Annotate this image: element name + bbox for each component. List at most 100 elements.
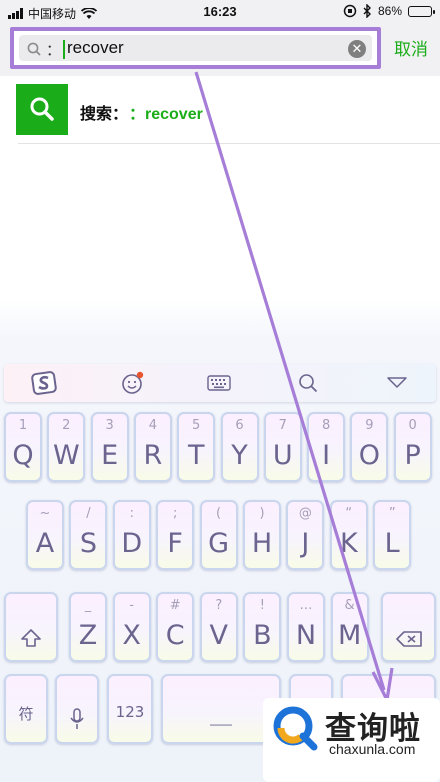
voice-key[interactable] — [55, 674, 99, 744]
key-n[interactable]: … N — [287, 592, 325, 662]
search-header: ： recover ✕ 取消 — [0, 24, 440, 76]
key-hint: 8 — [321, 418, 331, 433]
key-label: D — [121, 528, 143, 559]
key-hint: ( — [216, 506, 222, 521]
key-s[interactable]: / S — [69, 500, 108, 570]
search-icon[interactable] — [293, 372, 323, 394]
number-key[interactable]: 123 — [107, 674, 153, 744]
key-hint: 1 — [18, 418, 28, 433]
status-bar: 中国移动 16:23 86% — [0, 0, 440, 24]
shift-icon — [6, 624, 56, 655]
search-field-highlight[interactable]: ： recover ✕ — [10, 27, 381, 69]
key-label: H — [251, 528, 273, 559]
key-c[interactable]: # C — [156, 592, 195, 662]
key-label: J — [301, 528, 310, 559]
clear-icon[interactable]: ✕ — [348, 40, 366, 58]
key-o[interactable]: 9O — [350, 412, 389, 482]
key-label: W — [52, 440, 80, 471]
key-label: A — [35, 528, 55, 559]
key-hint: ; — [172, 506, 178, 521]
key-m[interactable]: & M — [330, 592, 369, 662]
key-u[interactable]: 7U — [263, 412, 302, 482]
key-j[interactable]: @ J — [286, 500, 325, 570]
key-f[interactable]: ; F — [156, 500, 195, 570]
key-hint: 3 — [105, 418, 114, 433]
key-z[interactable]: _ Z — [69, 592, 107, 662]
key-p[interactable]: 0P — [393, 412, 432, 482]
key-hint: 0 — [408, 418, 417, 433]
key-hint: 5 — [192, 418, 201, 433]
key-hint: “ — [345, 506, 353, 521]
search-query[interactable]: recover — [67, 38, 124, 58]
delete-key[interactable] — [381, 592, 436, 662]
key-hint: @ — [298, 506, 312, 521]
key-label: Q — [12, 440, 34, 471]
sogou-logo-icon[interactable] — [29, 371, 59, 395]
divider — [18, 143, 440, 144]
key-hint: / — [86, 506, 91, 521]
key-a[interactable]: ~ A — [26, 500, 64, 570]
battery-percent: 86% — [377, 4, 402, 18]
key-hint: ? — [215, 598, 223, 613]
symbol-key[interactable]: 符 — [4, 674, 48, 744]
key-hint: ) — [259, 506, 265, 521]
battery-icon — [408, 5, 435, 17]
search-result-item[interactable]: 搜索： ：recover — [0, 76, 440, 144]
key-y[interactable]: 6Y — [220, 412, 259, 482]
emoji-icon[interactable] — [117, 371, 147, 394]
magnifier-icon — [30, 97, 54, 121]
shift-key[interactable] — [4, 592, 58, 662]
key-q[interactable]: 1Q — [4, 412, 42, 482]
key-label: T — [187, 440, 205, 471]
key-b[interactable]: ! B — [243, 592, 282, 662]
key-h[interactable]: ) H — [243, 500, 281, 570]
key-x[interactable]: -X — [112, 592, 151, 662]
key-l[interactable]: ” L — [373, 500, 412, 570]
key-label: P — [404, 440, 421, 471]
microphone-icon — [57, 706, 97, 737]
key-hint: 7 — [278, 418, 287, 433]
watermark-domain: chaxunla.com — [329, 741, 416, 757]
key-g[interactable]: (G — [199, 500, 238, 570]
space-key-label: ＿ — [209, 704, 232, 729]
key-hint: ” — [388, 506, 396, 521]
screen: 中国移动 16:23 86% ： recover ✕ 取消 搜索： ：recov… — [0, 0, 440, 782]
key-hint: : — [129, 506, 134, 521]
key-k[interactable]: “K — [329, 500, 368, 570]
status-right: 86% — [343, 4, 435, 18]
collapse-keyboard-icon[interactable] — [382, 372, 412, 394]
key-label: M — [337, 620, 362, 651]
key-w[interactable]: 2W — [47, 412, 86, 482]
key-label: K — [339, 528, 358, 559]
chaxunla-logo-icon — [273, 706, 318, 751]
text-cursor — [63, 40, 65, 59]
key-d[interactable]: :D — [112, 500, 151, 570]
key-label: R — [143, 440, 163, 471]
result-label: 搜索： — [80, 106, 129, 123]
key-label: U — [272, 440, 293, 471]
key-label: V — [209, 620, 229, 651]
result-search-icon — [16, 84, 68, 135]
key-label: Z — [78, 620, 98, 651]
key-hint: - — [129, 598, 134, 613]
key-label: B — [253, 620, 272, 651]
keyboard-icon[interactable] — [204, 372, 234, 394]
cancel-button[interactable]: 取消 — [394, 35, 428, 60]
key-r[interactable]: 4R — [133, 412, 172, 482]
key-label: Y — [231, 440, 248, 471]
key-label: O — [358, 440, 381, 471]
search-input[interactable]: ： recover ✕ — [19, 35, 372, 61]
number-key-label: 123 — [115, 703, 145, 721]
keyboard-toolbar — [4, 364, 436, 402]
key-label: C — [165, 620, 185, 651]
key-hint: … — [299, 598, 313, 613]
key-e[interactable]: 3E — [90, 412, 129, 482]
key-t[interactable]: 5T — [177, 412, 216, 482]
bluetooth-icon — [363, 4, 371, 18]
key-v[interactable]: ? V — [199, 592, 238, 662]
key-label: N — [295, 620, 317, 651]
search-prefix: ： — [46, 42, 62, 59]
key-hint: 9 — [365, 418, 374, 433]
key-label: X — [122, 620, 141, 651]
key-i[interactable]: 8I — [307, 412, 346, 482]
